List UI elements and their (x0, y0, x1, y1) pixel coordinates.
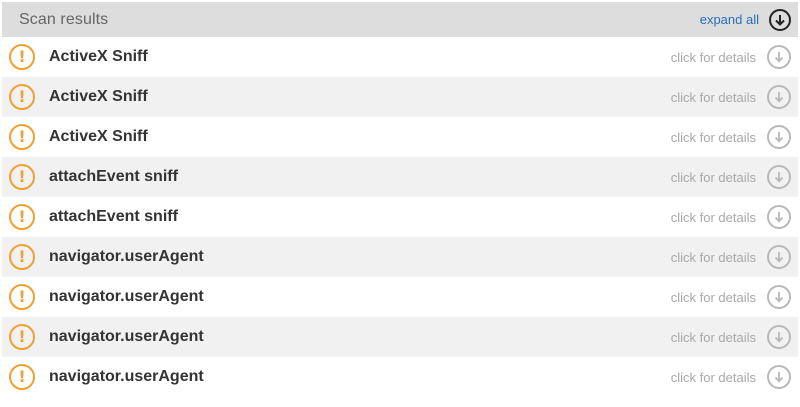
result-row-right: click for details (671, 205, 791, 229)
warning-icon: ! (9, 164, 35, 190)
result-row[interactable]: ! ActiveX Sniff click for details (2, 37, 798, 77)
result-row-left: ! navigator.userAgent (9, 364, 204, 390)
result-row[interactable]: ! navigator.userAgent click for details (2, 317, 798, 357)
arrow-down-circle-icon[interactable] (767, 165, 791, 189)
result-row-left: ! ActiveX Sniff (9, 44, 148, 70)
result-row-right: click for details (671, 165, 791, 189)
click-for-details-link[interactable]: click for details (671, 50, 756, 65)
results-list: ! ActiveX Sniff click for details ! Acti… (2, 37, 798, 397)
warning-icon: ! (9, 44, 35, 70)
panel-title: Scan results (19, 10, 109, 28)
result-row[interactable]: ! attachEvent sniff click for details (2, 157, 798, 197)
result-row[interactable]: ! attachEvent sniff click for details (2, 197, 798, 237)
click-for-details-link[interactable]: click for details (671, 370, 756, 385)
result-row[interactable]: ! navigator.userAgent click for details (2, 357, 798, 397)
result-row-right: click for details (671, 325, 791, 349)
click-for-details-link[interactable]: click for details (671, 210, 756, 225)
arrow-down-circle-icon[interactable] (767, 205, 791, 229)
expand-all-arrow-down-icon[interactable] (769, 8, 791, 31)
arrow-down-circle-icon[interactable] (767, 325, 791, 349)
result-label: ActiveX Sniff (49, 88, 148, 105)
result-label: navigator.userAgent (49, 248, 204, 265)
click-for-details-link[interactable]: click for details (671, 130, 756, 145)
result-row[interactable]: ! navigator.userAgent click for details (2, 237, 798, 277)
result-row-right: click for details (671, 125, 791, 149)
click-for-details-link[interactable]: click for details (671, 170, 756, 185)
expand-all-link[interactable]: expand all (700, 12, 759, 27)
result-row-left: ! ActiveX Sniff (9, 84, 148, 110)
warning-icon: ! (9, 124, 35, 150)
result-row-right: click for details (671, 85, 791, 109)
arrow-down-circle-icon[interactable] (767, 45, 791, 69)
arrow-down-circle-icon[interactable] (767, 245, 791, 269)
click-for-details-link[interactable]: click for details (671, 90, 756, 105)
result-row-left: ! navigator.userAgent (9, 284, 204, 310)
scan-results-header: Scan results expand all (2, 2, 798, 37)
warning-icon: ! (9, 84, 35, 110)
result-row-right: click for details (671, 245, 791, 269)
result-label: navigator.userAgent (49, 288, 204, 305)
warning-icon: ! (9, 324, 35, 350)
result-row[interactable]: ! ActiveX Sniff click for details (2, 117, 798, 157)
header-actions: expand all (700, 8, 791, 31)
arrow-down-circle-icon[interactable] (767, 365, 791, 389)
result-row-left: ! navigator.userAgent (9, 324, 204, 350)
warning-icon: ! (9, 284, 35, 310)
result-row[interactable]: ! navigator.userAgent click for details (2, 277, 798, 317)
result-row-right: click for details (671, 45, 791, 69)
result-row-left: ! attachEvent sniff (9, 164, 178, 190)
result-row[interactable]: ! ActiveX Sniff click for details (2, 77, 798, 117)
result-row-left: ! attachEvent sniff (9, 204, 178, 230)
warning-icon: ! (9, 364, 35, 390)
result-label: ActiveX Sniff (49, 128, 148, 145)
arrow-down-circle-icon[interactable] (767, 125, 791, 149)
result-label: ActiveX Sniff (49, 48, 148, 65)
result-row-right: click for details (671, 285, 791, 309)
result-row-left: ! navigator.userAgent (9, 244, 204, 270)
arrow-down-circle-icon[interactable] (767, 85, 791, 109)
warning-icon: ! (9, 244, 35, 270)
result-label: navigator.userAgent (49, 368, 204, 385)
arrow-down-circle-icon[interactable] (767, 285, 791, 309)
click-for-details-link[interactable]: click for details (671, 250, 756, 265)
result-row-left: ! ActiveX Sniff (9, 124, 148, 150)
click-for-details-link[interactable]: click for details (671, 290, 756, 305)
result-row-right: click for details (671, 365, 791, 389)
warning-icon: ! (9, 204, 35, 230)
scan-results-panel: Scan results expand all ! ActiveX Sniff … (2, 2, 798, 397)
click-for-details-link[interactable]: click for details (671, 330, 756, 345)
result-label: attachEvent sniff (49, 168, 178, 185)
result-label: navigator.userAgent (49, 328, 204, 345)
result-label: attachEvent sniff (49, 208, 178, 225)
